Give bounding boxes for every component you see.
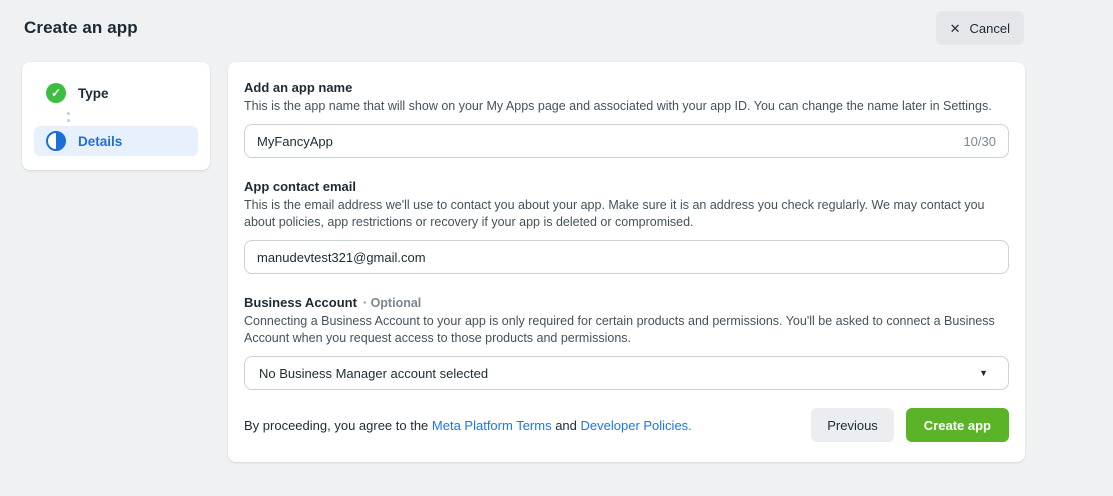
business-account-label: Business Account: [244, 295, 357, 310]
contact-email-input-wrap: [244, 240, 1009, 274]
agreement-middle: and: [552, 418, 581, 433]
contact-email-label: App contact email: [244, 179, 1009, 194]
close-icon: ✕: [950, 22, 961, 35]
previous-button[interactable]: Previous: [811, 408, 894, 442]
check-circle-icon: ✓: [46, 83, 66, 103]
stepper-sidebar: ✓ Type Details: [22, 62, 210, 170]
agreement-text: By proceeding, you agree to the Meta Pla…: [244, 418, 692, 433]
content-area: ✓ Type Details Add an app name This is t…: [0, 56, 1113, 462]
app-name-input[interactable]: [257, 125, 953, 157]
business-account-optional-label: · Optional: [363, 296, 421, 310]
app-name-label: Add an app name: [244, 80, 1009, 95]
details-form-card: Add an app name This is the app name tha…: [228, 62, 1025, 462]
check-glyph: ✓: [51, 87, 61, 99]
app-name-description: This is the app name that will show on y…: [244, 98, 1009, 115]
caret-down-icon: ▼: [979, 368, 994, 378]
step-details-label: Details: [78, 134, 122, 149]
form-footer: By proceeding, you agree to the Meta Pla…: [244, 408, 1009, 442]
cancel-button-label: Cancel: [970, 21, 1010, 36]
meta-platform-terms-link[interactable]: Meta Platform Terms: [432, 418, 552, 433]
create-app-page: Create an app ✕ Cancel ✓ Type Details Ad…: [0, 0, 1113, 496]
business-account-selected-value: No Business Manager account selected: [259, 366, 488, 381]
app-name-input-wrap: 10/30: [244, 124, 1009, 158]
developer-policies-link[interactable]: Developer Policies.: [581, 418, 692, 433]
contact-email-section: App contact email This is the email addr…: [244, 179, 1009, 274]
contact-email-description: This is the email address we'll use to c…: [244, 197, 1009, 231]
app-name-section: Add an app name This is the app name tha…: [244, 80, 1009, 158]
contact-email-input[interactable]: [257, 241, 996, 273]
topbar: Create an app ✕ Cancel: [0, 0, 1113, 56]
half-filled-circle-icon: [46, 131, 66, 151]
create-app-button[interactable]: Create app: [906, 408, 1009, 442]
business-account-label-row: Business Account · Optional: [244, 295, 1009, 310]
step-type-label: Type: [78, 86, 109, 101]
business-account-select[interactable]: No Business Manager account selected ▼: [244, 356, 1009, 390]
step-connector-dots: [67, 110, 198, 124]
footer-buttons: Previous Create app: [811, 408, 1009, 442]
step-details[interactable]: Details: [34, 126, 198, 156]
cancel-button[interactable]: ✕ Cancel: [936, 11, 1024, 45]
business-account-section: Business Account · Optional Connecting a…: [244, 295, 1009, 390]
app-name-char-counter: 10/30: [963, 134, 996, 149]
page-title: Create an app: [24, 18, 138, 38]
agreement-prefix: By proceeding, you agree to the: [244, 418, 432, 433]
step-type[interactable]: ✓ Type: [34, 78, 198, 108]
business-account-description: Connecting a Business Account to your ap…: [244, 313, 1009, 347]
